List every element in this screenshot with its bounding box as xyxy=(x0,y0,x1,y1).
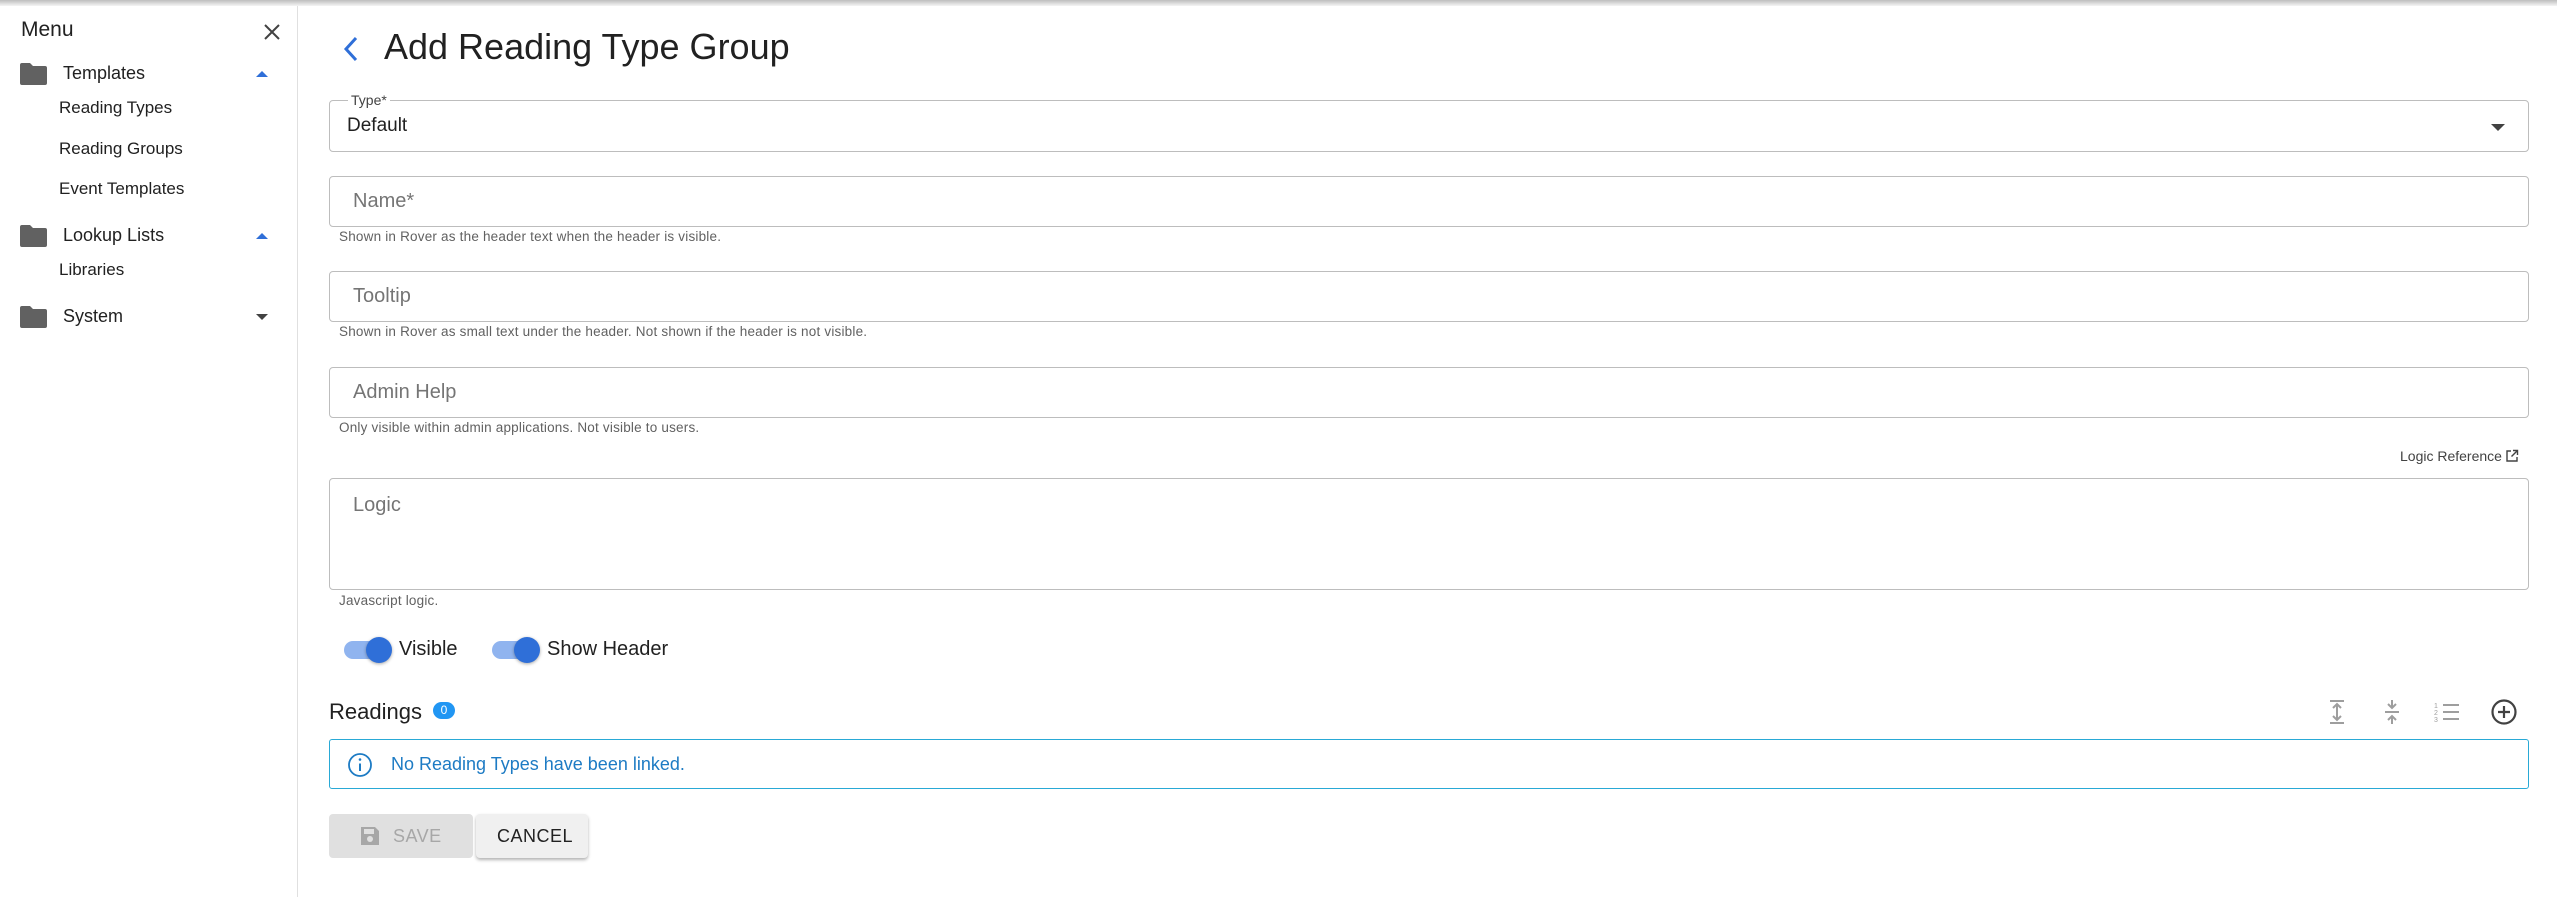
info-icon xyxy=(348,753,372,777)
chevron-up-icon xyxy=(256,233,268,239)
readings-empty-alert: No Reading Types have been linked. xyxy=(329,739,2529,789)
close-icon[interactable] xyxy=(260,20,284,44)
sidebar: Menu Templates Reading Types Reading Gro… xyxy=(0,6,298,897)
chevron-up-icon xyxy=(256,71,268,77)
sidebar-group-templates[interactable]: Templates xyxy=(0,54,298,94)
logic-field[interactable]: Logic xyxy=(329,478,2529,590)
sidebar-item-reading-groups[interactable]: Reading Groups xyxy=(59,139,183,159)
folder-icon xyxy=(20,63,47,85)
readings-count-badge: 0 xyxy=(433,702,455,719)
svg-text:1: 1 xyxy=(2434,703,2438,710)
save-icon xyxy=(361,827,379,845)
page-title: Add Reading Type Group xyxy=(384,26,790,67)
sidebar-group-lookup-lists[interactable]: Lookup Lists xyxy=(0,216,298,256)
visible-toggle[interactable]: Visible xyxy=(341,634,471,664)
save-button[interactable]: SAVE xyxy=(329,814,473,858)
tooltip-placeholder: Tooltip xyxy=(353,285,411,307)
admin-help-helper-text: Only visible within admin applications. … xyxy=(339,420,700,435)
top-shadow-line xyxy=(0,0,2557,6)
toggle-knob xyxy=(366,637,392,663)
save-button-label: SAVE xyxy=(393,826,442,846)
sidebar-item-libraries[interactable]: Libraries xyxy=(59,260,124,280)
visible-toggle-label: Visible xyxy=(399,638,458,660)
back-arrow-icon[interactable] xyxy=(338,34,366,64)
type-select-value: Default xyxy=(347,115,408,136)
collapse-all-icon[interactable] xyxy=(2377,697,2407,727)
tooltip-helper-text: Shown in Rover as small text under the h… xyxy=(339,324,868,339)
logic-reference-label: Logic Reference xyxy=(2400,448,2502,464)
ordered-list-icon[interactable]: 123 xyxy=(2432,697,2462,727)
tooltip-field[interactable]: Tooltip xyxy=(329,271,2529,322)
add-circle-icon[interactable] xyxy=(2489,697,2519,727)
sidebar-item-event-templates[interactable]: Event Templates xyxy=(59,179,184,199)
name-helper-text: Shown in Rover as the header text when t… xyxy=(339,229,722,244)
sidebar-group-system[interactable]: System xyxy=(0,297,298,337)
folder-icon xyxy=(20,225,47,247)
name-field[interactable]: Name* xyxy=(329,176,2529,227)
svg-text:3: 3 xyxy=(2434,717,2438,724)
admin-help-field[interactable]: Admin Help xyxy=(329,367,2529,418)
cancel-button-label: CANCEL xyxy=(497,826,574,846)
chevron-down-icon xyxy=(256,314,268,320)
expand-all-icon[interactable] xyxy=(2322,697,2352,727)
sidebar-group-label: System xyxy=(63,306,124,326)
sidebar-group-label: Templates xyxy=(63,63,146,83)
folder-icon xyxy=(20,306,47,328)
sidebar-group-label: Lookup Lists xyxy=(63,225,165,245)
external-link-icon xyxy=(2506,449,2519,462)
toggle-knob xyxy=(514,637,540,663)
dropdown-arrow-icon xyxy=(2491,124,2505,131)
logic-helper-text: Javascript logic. xyxy=(339,593,439,608)
cancel-button[interactable]: CANCEL xyxy=(476,814,588,858)
readings-title: Readings xyxy=(329,699,422,724)
logic-placeholder: Logic xyxy=(353,494,401,516)
logic-reference-link[interactable]: Logic Reference xyxy=(2400,448,2519,464)
menu-title: Menu xyxy=(21,18,74,41)
type-select[interactable]: Default xyxy=(329,100,2529,152)
type-select-label: Type* xyxy=(348,92,390,108)
name-placeholder: Name* xyxy=(353,190,415,212)
svg-text:2: 2 xyxy=(2434,710,2438,717)
show-header-toggle-label: Show Header xyxy=(547,638,669,660)
show-header-toggle[interactable]: Show Header xyxy=(489,634,679,664)
sidebar-item-reading-types[interactable]: Reading Types xyxy=(59,98,172,118)
admin-help-placeholder: Admin Help xyxy=(353,381,457,403)
readings-empty-message: No Reading Types have been linked. xyxy=(391,754,685,774)
